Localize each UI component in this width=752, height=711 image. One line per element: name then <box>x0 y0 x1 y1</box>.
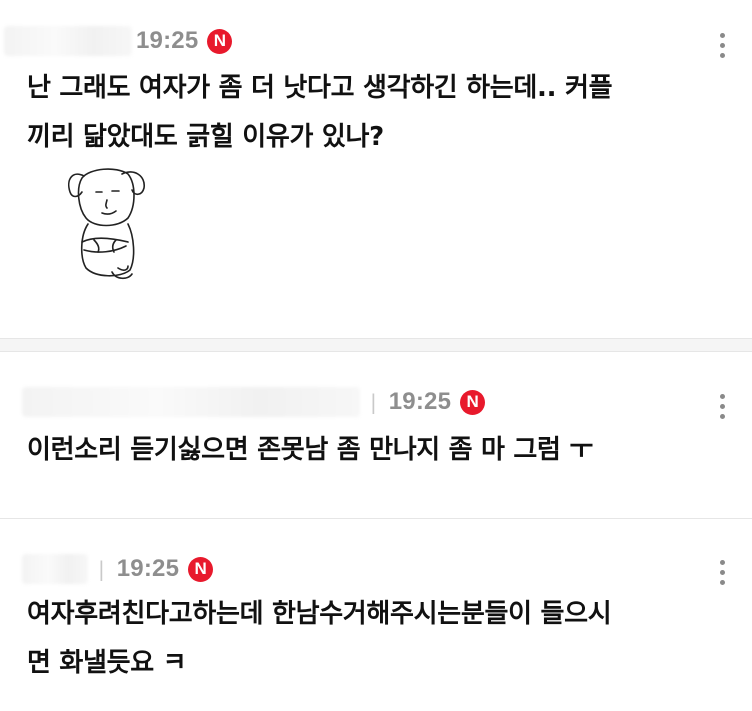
comment-text-line: 면 화낼듯요 ㅋ <box>27 648 187 678</box>
author-name-blurred[interactable] <box>4 26 132 56</box>
naver-n-icon: N <box>188 556 214 582</box>
naver-n-icon: N <box>460 389 486 415</box>
comment-time: 19:25 <box>136 27 199 54</box>
comment-3-meta: | 19:25 N <box>0 552 214 586</box>
comment-text-line: 난 그래도 여자가 좀 더 낫다고 생각하긴 하는데.. 커플 <box>27 73 613 103</box>
comment-text: 여자후려친다고하는데 한남수거해주시는분들이 들으시 면 화낼듯요 ㅋ <box>27 590 727 688</box>
author-name-blurred[interactable] <box>22 387 360 417</box>
comment-time: 19:25 <box>388 388 452 415</box>
more-options-icon[interactable] <box>718 394 726 419</box>
comment-text-line: 이런소리 듣기싫으면 존못남 좀 만나지 좀 마 그럼 ㅜ <box>27 435 594 465</box>
comment-text-line: 끼리 닮았대도 긁힐 이유가 있나? <box>27 122 384 152</box>
comment-time: 19:25 <box>116 555 180 582</box>
author-name-blurred[interactable] <box>22 554 88 584</box>
comment-divider <box>0 351 752 352</box>
comment-text: 난 그래도 여자가 좀 더 낫다고 생각하긴 하는데.. 커플 끼리 닮았대도 … <box>27 64 727 162</box>
section-gap <box>0 339 752 351</box>
comment-1-meta: 19:25 N <box>0 24 233 58</box>
naver-n-icon: N <box>207 28 233 54</box>
cartoon-dog-sticker <box>68 168 145 280</box>
comment-2-meta: | 19:25 N <box>0 385 486 419</box>
more-options-icon[interactable] <box>718 560 726 585</box>
more-options-icon[interactable] <box>718 33 726 58</box>
meta-separator: | <box>370 390 377 414</box>
comment-text: 이런소리 듣기싫으면 존못남 좀 만나지 좀 마 그럼 ㅜ <box>27 426 727 475</box>
comment-text-line: 여자후려친다고하는데 한남수거해주시는분들이 들으시 <box>27 599 612 629</box>
comment-divider <box>0 518 752 519</box>
meta-separator: | <box>98 557 105 581</box>
